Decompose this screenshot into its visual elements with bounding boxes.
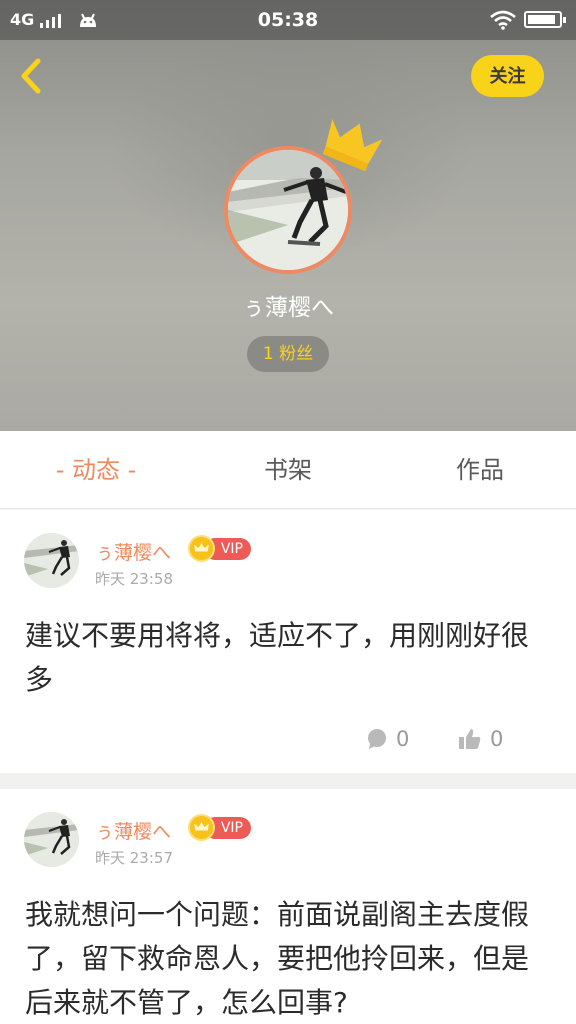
post-text: 建议不要用将将，适应不了，用刚刚好很多: [25, 619, 530, 696]
feed-post[interactable]: ぅ薄樱へ VIP 昨天 23:58 建议不要用将将，适应不了，用刚刚好很多 0: [0, 510, 576, 773]
tab-works[interactable]: 作品: [384, 431, 576, 508]
follow-button[interactable]: 关注: [471, 55, 544, 97]
wifi-icon: [490, 10, 516, 30]
crown-coin-icon: [188, 814, 215, 841]
speech-bubble-icon: [368, 729, 386, 749]
post-actions: 0 0: [0, 723, 576, 757]
post-author[interactable]: ぅ薄樱へ: [95, 817, 171, 844]
post-time: 昨天 23:57: [95, 849, 173, 867]
profile-name: ぅ薄樱へ: [242, 295, 334, 321]
post-author[interactable]: ぅ薄樱へ: [95, 538, 171, 565]
thumbs-up-icon: [459, 729, 481, 749]
profile-tabs: 动态 书架 作品: [0, 431, 576, 509]
comment-count: 0: [396, 727, 410, 751]
like-count: 0: [490, 727, 504, 751]
skater-photo: [24, 533, 79, 588]
status-bar: 4G 05:38: [0, 0, 576, 40]
profile-header: 4G 05:38 关注 ぅ薄樱へ 1 粉丝: [0, 0, 576, 431]
tab-activity[interactable]: 动态: [0, 431, 192, 508]
avatar[interactable]: [24, 533, 79, 588]
battery-level: [528, 15, 555, 24]
like-button[interactable]: 0: [458, 727, 503, 751]
crown-icon: [322, 119, 383, 172]
comment-button[interactable]: 0: [366, 727, 409, 751]
battery-icon: [524, 11, 566, 28]
fans-count[interactable]: 1 粉丝: [247, 336, 329, 372]
back-icon[interactable]: [14, 56, 50, 96]
post-text: 我就想问一个问题：前面说副阁主去度假了，留下救命恩人，要把他拎回来，但是后来就不…: [25, 898, 530, 1019]
feed-post[interactable]: ぅ薄樱へ VIP 昨天 23:57 我就想问一个问题：前面说副阁主去度假了，留下…: [0, 789, 576, 1024]
tab-bookshelf[interactable]: 书架: [192, 431, 384, 508]
avatar[interactable]: [24, 812, 79, 867]
vip-badge: VIP: [188, 535, 251, 562]
post-time: 昨天 23:58: [95, 570, 173, 588]
vip-badge: VIP: [188, 814, 251, 841]
skater-photo: [24, 812, 79, 867]
profile-screen: 4G 05:38 关注 ぅ薄樱へ 1 粉丝 - 动态 - 书架 作品 ぅ薄樱へ …: [0, 0, 576, 1024]
crown-coin-icon: [188, 535, 215, 562]
